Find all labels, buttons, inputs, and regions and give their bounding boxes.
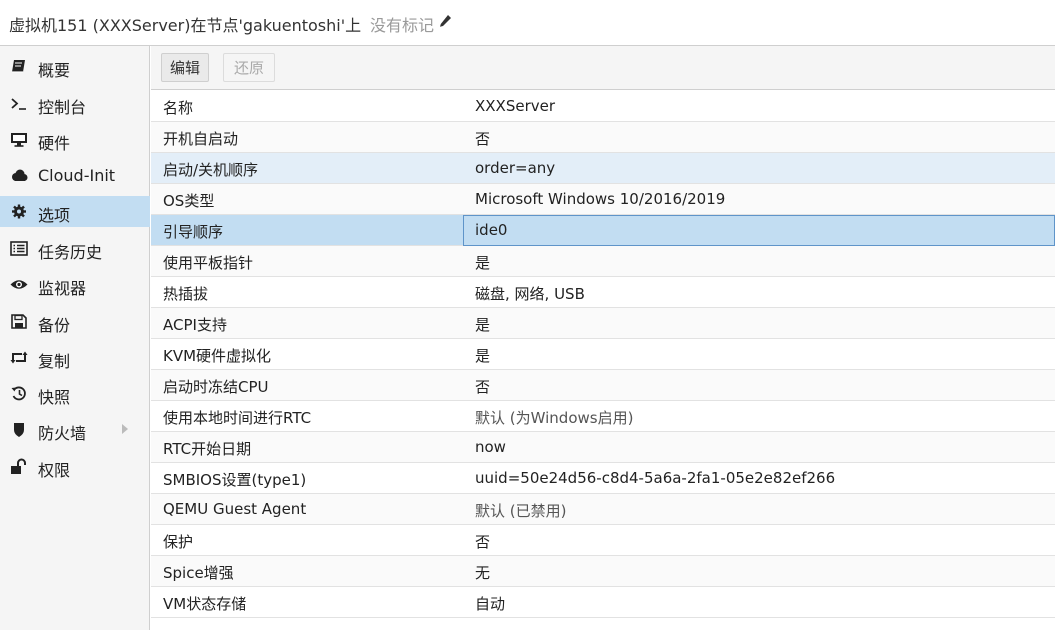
table-row[interactable]: 使用平板指针 是 <box>151 246 1055 277</box>
option-value: now <box>475 438 506 456</box>
table-row-selected[interactable]: 引导顺序 ide0 <box>151 215 1055 246</box>
book-icon <box>12 60 25 73</box>
sidebar-item-label: 复制 <box>38 352 71 371</box>
option-value: uuid=50e24d56-c8d4-5a6a-2fa1-05e2e82ef26… <box>475 469 836 487</box>
option-name: QEMU Guest Agent <box>163 500 307 518</box>
list-icon <box>10 241 28 256</box>
sidebar-item-label: 监视器 <box>38 279 87 298</box>
sidebar-item-cloud-init[interactable]: Cloud-Init <box>0 160 150 191</box>
sidebar-item-task-history[interactable]: 任务历史 <box>0 233 150 264</box>
table-row[interactable]: QEMU Guest Agent 默认 (已禁用) <box>151 494 1055 525</box>
table-row[interactable]: ACPI支持 是 <box>151 308 1055 339</box>
table-row[interactable]: KVM硬件虚拟化 是 <box>151 339 1055 370</box>
history-icon <box>11 386 26 401</box>
option-value: Microsoft Windows 10/2016/2019 <box>475 190 726 208</box>
edit-button[interactable]: 编辑 <box>161 53 209 82</box>
option-value: 否 <box>475 130 491 148</box>
option-value: 自动 <box>475 595 506 613</box>
terminal-icon <box>11 98 26 110</box>
sidebar-item-hardware[interactable]: 硬件 <box>0 124 150 155</box>
sidebar-item-label: Cloud-Init <box>38 166 116 185</box>
option-name: 热插拔 <box>163 285 209 303</box>
table-row[interactable]: OS类型 Microsoft Windows 10/2016/2019 <box>151 184 1055 215</box>
pencil-icon[interactable] <box>438 14 452 30</box>
option-name: OS类型 <box>163 192 215 210</box>
option-name: 使用平板指针 <box>163 254 254 272</box>
sidebar-item-label: 备份 <box>38 316 71 335</box>
option-name: RTC开始日期 <box>163 440 252 458</box>
title-bar: 虚拟机151 (XXXServer)在节点'gakuentoshi'上 没有标记 <box>0 0 1055 46</box>
option-value: 磁盘, 网络, USB <box>475 285 585 303</box>
option-name: VM状态存储 <box>163 595 247 613</box>
option-value: 是 <box>475 254 491 272</box>
option-value: 默认 (为Windows启用) <box>475 409 634 427</box>
table-row[interactable]: SMBIOS设置(type1) uuid=50e24d56-c8d4-5a6a-… <box>151 463 1055 494</box>
gear-icon <box>12 204 26 219</box>
retweet-icon <box>10 351 28 364</box>
table-row[interactable]: Spice增强 无 <box>151 556 1055 587</box>
chevron-right-icon[interactable] <box>121 423 129 435</box>
sidebar-item-label: 控制台 <box>38 98 87 117</box>
table-row[interactable]: VM状态存储 自动 <box>151 587 1055 618</box>
option-value: 是 <box>475 316 491 334</box>
sidebar-item-label: 快照 <box>38 388 71 407</box>
sidebar-item-summary[interactable]: 概要 <box>0 51 150 82</box>
option-name: 保护 <box>163 533 194 551</box>
revert-button[interactable]: 还原 <box>223 53 275 82</box>
option-value: 是 <box>475 347 491 365</box>
cloud-icon <box>12 169 28 181</box>
sidebar-item-label: 概要 <box>38 61 71 80</box>
eye-icon <box>10 280 28 289</box>
monitor-icon <box>11 133 27 147</box>
table-row[interactable]: RTC开始日期 now <box>151 432 1055 463</box>
sidebar-item-firewall[interactable]: 防火墙 <box>0 414 150 445</box>
sidebar-item-options[interactable]: 选项 <box>0 196 150 227</box>
option-value: ide0 <box>475 221 508 239</box>
sidebar-item-replication[interactable]: 复制 <box>0 342 150 373</box>
option-name: SMBIOS设置(type1) <box>163 471 307 489</box>
shield-icon <box>14 423 24 437</box>
sidebar-item-monitor[interactable]: 监视器 <box>0 269 150 300</box>
sidebar-item-backup[interactable]: 备份 <box>0 306 150 337</box>
option-name: Spice增强 <box>163 564 234 582</box>
option-name: 引导顺序 <box>163 223 224 241</box>
option-name: 启动/关机顺序 <box>163 161 259 179</box>
sidebar-item-label: 选项 <box>38 206 71 225</box>
floppy-icon <box>11 314 27 329</box>
sidebar-item-console[interactable]: 控制台 <box>0 88 150 119</box>
option-name: 名称 <box>163 99 194 117</box>
table-row[interactable]: 启动/关机顺序 order=any <box>151 153 1055 184</box>
sidebar-item-label: 硬件 <box>38 134 71 153</box>
table-row[interactable]: 热插拔 磁盘, 网络, USB <box>151 277 1055 308</box>
option-value: 默认 (已禁用) <box>475 502 567 520</box>
option-value: order=any <box>475 159 556 177</box>
sidebar-item-label: 防火墙 <box>38 424 87 443</box>
cell-focus-outline <box>463 215 1055 246</box>
table-row[interactable]: 开机自启动 否 <box>151 122 1055 153</box>
toolbar: 编辑 还原 <box>151 46 1055 90</box>
option-name: 启动时冻结CPU <box>163 378 269 396</box>
option-value: 无 <box>475 564 491 582</box>
sidebar-item-permissions[interactable]: 权限 <box>0 451 150 482</box>
option-value: 否 <box>475 533 491 551</box>
sidebar: 概要 控制台 硬件 Cloud-Init 选项 任务历史 监视器 备份 复制 快… <box>0 46 150 630</box>
table-row[interactable]: 名称 XXXServer <box>151 91 1055 122</box>
tags-label[interactable]: 没有标记 <box>370 12 434 36</box>
page-title: 虚拟机151 (XXXServer)在节点'gakuentoshi'上 <box>9 16 362 35</box>
table-row[interactable]: 启动时冻结CPU 否 <box>151 370 1055 401</box>
option-value: XXXServer <box>475 97 556 115</box>
sidebar-item-snapshot[interactable]: 快照 <box>0 378 150 409</box>
option-name: KVM硬件虚拟化 <box>163 347 272 365</box>
sidebar-item-label: 任务历史 <box>38 243 103 262</box>
table-row[interactable]: 使用本地时间进行RTC 默认 (为Windows启用) <box>151 401 1055 432</box>
option-name: 开机自启动 <box>163 130 239 148</box>
table-row[interactable]: 保护 否 <box>151 525 1055 556</box>
option-name: 使用本地时间进行RTC <box>163 409 312 427</box>
option-name: ACPI支持 <box>163 316 227 334</box>
unlock-icon <box>11 458 26 474</box>
option-value: 否 <box>475 378 491 396</box>
sidebar-item-label: 权限 <box>38 461 71 480</box>
